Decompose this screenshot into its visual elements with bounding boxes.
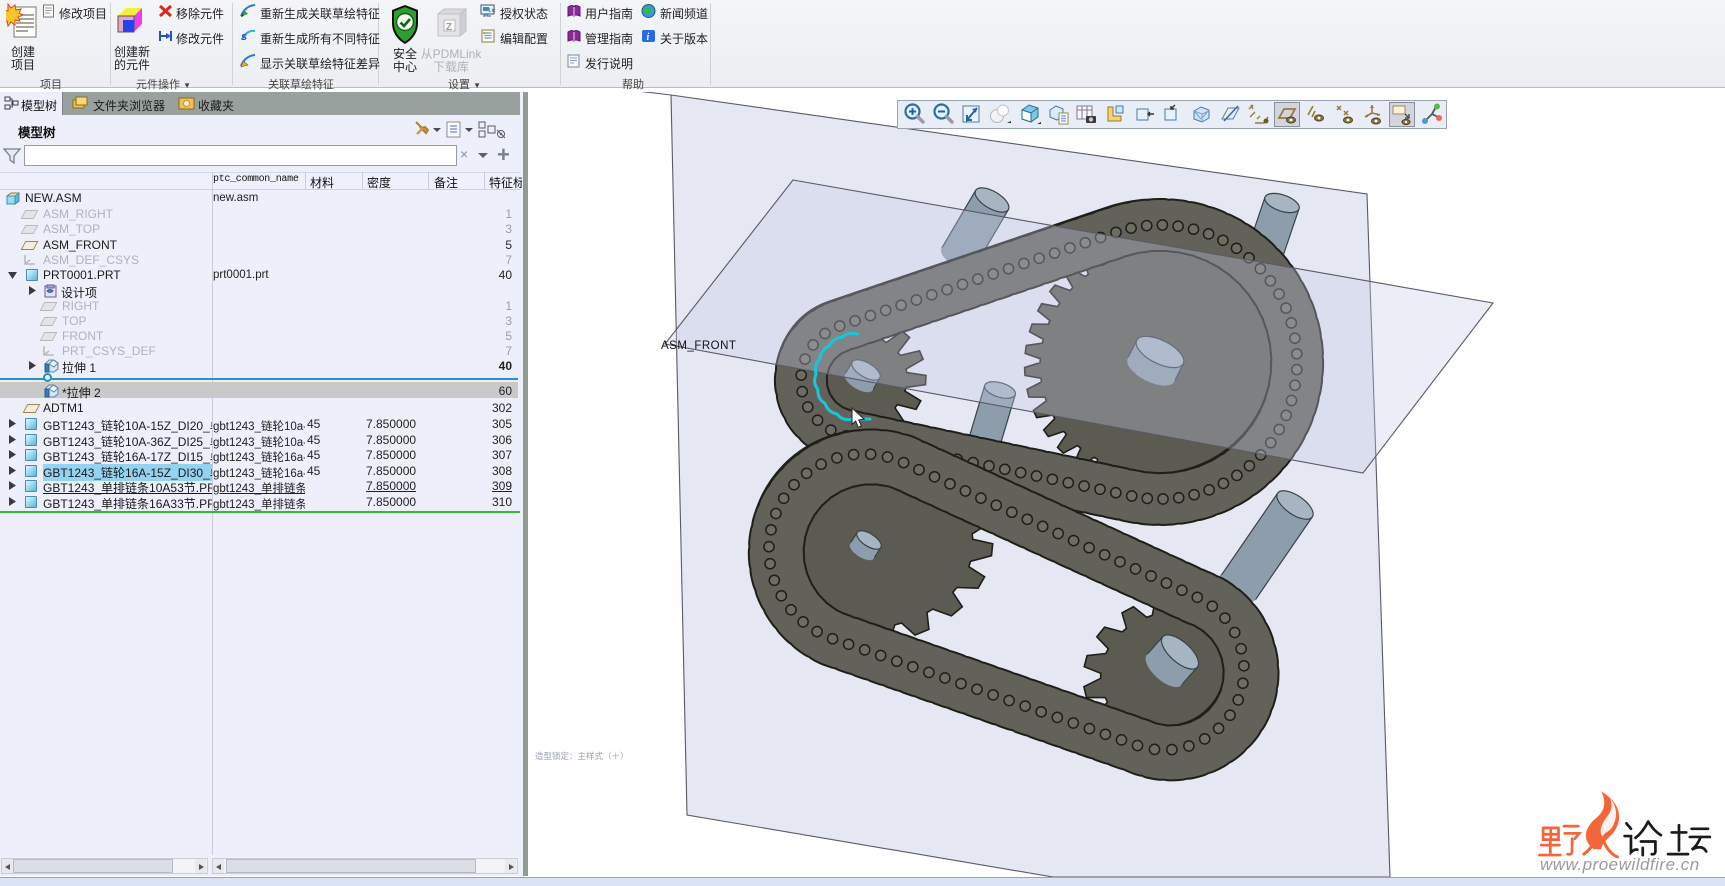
svg-text:ASM_FRONT: ASM_FRONT	[661, 340, 736, 352]
